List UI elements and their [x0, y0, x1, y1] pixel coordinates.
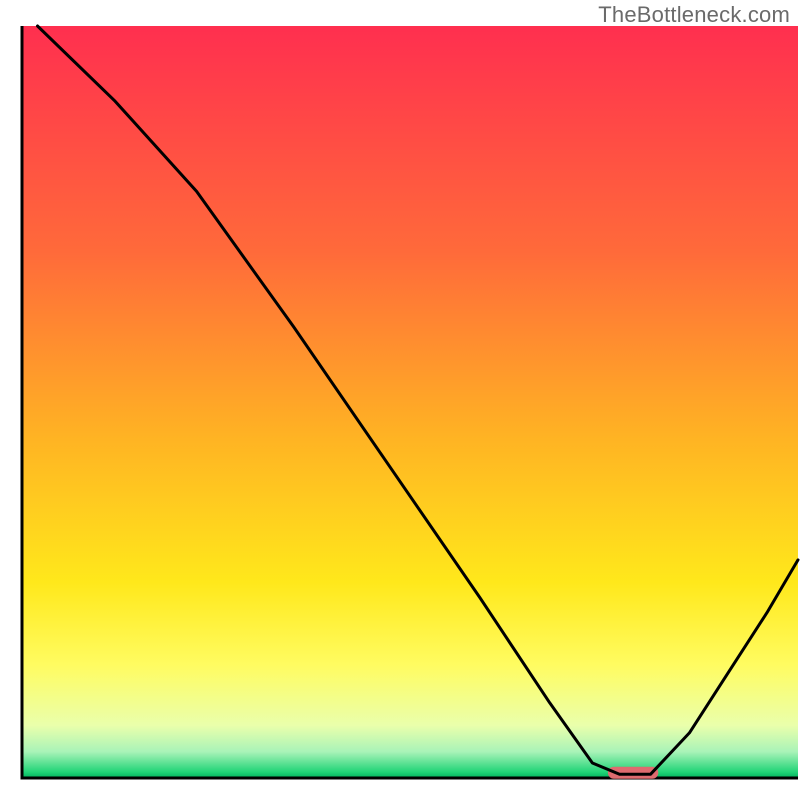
gradient-background — [22, 26, 798, 778]
bottleneck-chart — [0, 0, 800, 800]
watermark-label: TheBottleneck.com — [598, 2, 790, 28]
chart-container: TheBottleneck.com — [0, 0, 800, 800]
